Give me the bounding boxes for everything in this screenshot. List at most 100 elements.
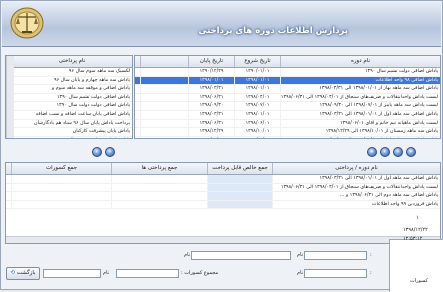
nav-last-button[interactable]: »	[406, 147, 416, 157]
payment-row[interactable]: پاداش اضافی پایان ساعت اضافه و نسب اضافه	[6, 110, 132, 120]
col-payments-total[interactable]: جمع پرداختی ها	[111, 163, 207, 174]
back-arrow-icon: ⟲	[10, 270, 16, 276]
title-banner: پردازش اطلاعات دوره های پرداختی	[2, 2, 441, 47]
col-net-payable[interactable]: جمع خالص قابل پرداخت	[207, 163, 272, 174]
payment-row[interactable]: پاداش پایان پیشرفت کارکنان	[6, 128, 132, 137]
period-start-cell: ۱۳۹۸/۰۷/۰۱	[234, 102, 280, 110]
payment-row[interactable]: لکسیک سه ماهه سوم سال ۹۶	[6, 68, 132, 77]
col-period-name[interactable]: نام دوره	[280, 56, 440, 67]
details-grid[interactable]: نام دوره / پرداختی جمع خالص قابل پرداخت …	[5, 162, 441, 244]
double-right-arrow-icon: »	[409, 148, 413, 155]
double-left-arrow-icon: «	[370, 148, 374, 155]
payment-row[interactable]: پاداش سه ماهه چهارم و پایان سال ۹۶	[6, 76, 132, 86]
details-hscrollbar[interactable]	[6, 236, 440, 243]
detail-row[interactable]: پاداش اضافی سه ماهه اول از ۱۳۹۸/۰۱/۰۱ ال…	[6, 175, 440, 184]
period-row[interactable]: پاداش اضافی سه ماهه بهار از ۱۳۹۸/۰۱/۰۱ ا…	[135, 85, 440, 94]
name-label: نام	[184, 252, 191, 258]
right-arrow-icon: ›	[108, 148, 112, 155]
second-label: نام	[297, 270, 304, 276]
payment-name-cell: پاداش اضافی دولت دولت سال ۱۳۹۰	[11, 102, 132, 110]
detail-deductions-cell[interactable]	[11, 200, 111, 209]
detail-row[interactable]: لیست پاداش واحدانتقالات و صریف‌های سنجاق…	[6, 183, 440, 193]
col-payment-name[interactable]: نام پرداختی	[11, 56, 132, 67]
third-field[interactable]	[43, 269, 101, 278]
col-extra	[140, 56, 188, 67]
period-name-cell: لیست پاداش واحدانتقالات و صریف‌های سنجاق…	[280, 93, 438, 102]
periods-body: پاداش اضافی دولت تشیم سال ۱۳۹۰ ۱۳۹۰/۰۱/۰۱…	[135, 68, 440, 138]
period-row[interactable]: پاداش سه ماهه زمستان از ۱۳۹۸/۱۰/۰۱ الی ۱…	[135, 128, 440, 137]
col-start-date[interactable]: تاریخ شروع	[234, 56, 280, 67]
right-arrow-icon: ›	[396, 148, 400, 155]
period-row[interactable]: پاداش اضافی دولت تشیم سال ۱۳۹۰ ۱۳۹۰/۰۱/۰۱…	[135, 68, 440, 77]
payment-name-cell: پاداش اضافی دولت تشیم سال ۱۳۹۰	[11, 136, 132, 138]
period-end-cell: ۱۳۹۸/۰۳/۳۱	[188, 85, 234, 93]
detail-net-cell[interactable]	[207, 183, 272, 192]
nav-next-button[interactable]: ›	[393, 147, 403, 157]
payments-list[interactable]: نام پرداختی لکسیک سه ماهه سوم سال ۹۶ پادا…	[5, 55, 133, 139]
period-end-cell: ۱۳۹۸/۰۳/۳۱	[188, 110, 234, 119]
second-colon: :	[370, 270, 372, 276]
name-field[interactable]	[191, 251, 291, 260]
second-field[interactable]	[304, 269, 367, 278]
back-button-label: بازگشت	[16, 270, 36, 276]
col-end-date[interactable]: تاریخ پایان	[188, 56, 234, 67]
detail-net-cell[interactable]	[207, 175, 272, 183]
period-end-cell: ۱۳۹۸/۰۱/۰۱	[188, 76, 234, 85]
period-name-cell: پاداش اضافی سه ماهه اول از ۱۳۹۸/۰۱/۰۱ ال…	[280, 110, 440, 119]
payment-row[interactable]: پاداش اضافی و موقفه سه ماهه سوم و	[6, 85, 132, 94]
period-row[interactable]: لیست پاداش سه ماهه پاییز از ۱۳۹۸/۰۷/۰۱ ا…	[135, 102, 440, 111]
payments-header: نام پرداختی	[6, 56, 132, 68]
period-row[interactable]: لیست پاداش ماهیانه تیم خانم و آقای ۱۳۹۸/…	[135, 119, 440, 129]
detail-row[interactable]: پاداش فروردین ۹۹ واحد اطلاعات	[6, 200, 440, 210]
payment-name-cell: پرداخت پاداش پایان سال ۹۶ ستاد هم یادگار…	[11, 119, 132, 128]
period-name-cell: پاداش اضافی ۹۸ واحد اطلاعات	[280, 76, 440, 85]
payment-name-cell: پاداش اضافی دولت تشیم سال ۱۳۹۰	[11, 93, 132, 102]
detail-name-cell: پاداش اضافی سه ماهه اول از ۱۳۹۸/۰۱/۰۱ ال…	[272, 175, 440, 183]
transfer-right-button[interactable]: ›	[105, 147, 115, 157]
period-start-cell: ۱۳۹۹/۰۱/۰۱	[234, 136, 280, 138]
nav-prev-button[interactable]: ‹	[380, 147, 390, 157]
details-body: پاداش اضافی سه ماهه اول از ۱۳۹۸/۰۱/۰۱ ال…	[6, 175, 440, 210]
detail-net-cell[interactable]	[207, 200, 272, 209]
detail-payments-cell[interactable]	[111, 183, 207, 192]
period-row[interactable]: لیست پاداش واحدانتقالات و صریف‌های سنجاق…	[135, 93, 440, 103]
window-title: پردازش اطلاعات دوره های پرداختی	[198, 26, 348, 36]
period-start-cell: ۱۳۹۸/۰۱/۰۱	[234, 110, 280, 119]
side-line-2: ۱۳۹۸/۱۲/۲۲	[403, 227, 428, 233]
payment-name-cell: پاداش پایان پیشرفت کارکنان	[11, 128, 132, 136]
payment-row[interactable]: پاداش اضافی دولت دولت سال ۱۳۹۰	[6, 102, 132, 111]
period-start-cell: ۱۳۹۰/۰۱/۰۱	[234, 68, 280, 76]
payment-row[interactable]: پاداش اضافی دولت تشیم سال ۱۳۹۰	[6, 136, 132, 138]
back-button[interactable]: بازگشت ⟲	[6, 267, 40, 280]
period-name-cell: لیست پاداش سه ماهه پاییز از ۱۳۹۸/۰۷/۰۱ ا…	[280, 102, 440, 110]
payment-row[interactable]: پاداش اضافی دولت تشیم سال ۱۳۹۰	[6, 93, 132, 103]
col-deductions-total[interactable]: جمع کسورات	[11, 163, 111, 174]
detail-deductions-cell[interactable]	[11, 192, 111, 200]
detail-deductions-cell[interactable]	[11, 175, 111, 183]
periods-header: نام دوره تاریخ شروع تاریخ پایان	[135, 56, 440, 68]
transfer-left-button[interactable]: ‹	[92, 147, 102, 157]
period-end-cell: ۱۳۹۸/۱۲/۲۹	[188, 128, 234, 136]
period-row[interactable]: پاداش اضافی ۹۸ واحد اطلاعات ۱۳۹۸/۰۱/۰۱ ۱۳۹…	[135, 76, 440, 86]
detail-net-cell[interactable]	[207, 192, 272, 200]
col-detail-name[interactable]: نام دوره / پرداختی	[272, 163, 440, 174]
detail-deductions-cell[interactable]	[11, 183, 111, 192]
period-row[interactable]: پاداش اضافی سه ماهه اول از ۱۳۹۸/۰۱/۰۱ ال…	[135, 110, 440, 120]
detail-payments-cell[interactable]	[111, 175, 207, 183]
periods-table[interactable]: نام دوره تاریخ شروع تاریخ پایان پاداش اض…	[134, 55, 441, 139]
payment-name-cell: پاداش اضافی پایان ساعت اضافه و نسب اضافه	[11, 110, 132, 119]
period-end-cell: ۱۳۹۸/۰۶/۳۱	[188, 119, 234, 128]
period-start-cell: ۱۳۹۸/۰۶/۰۱	[234, 119, 280, 128]
nav-first-button[interactable]: «	[367, 147, 377, 157]
payee-field[interactable]	[304, 251, 367, 260]
detail-row[interactable]: پاداش اضافی سه ماهه دوم الی ۱۳۹۸/۰۶/۳۱ و…	[6, 192, 440, 201]
period-start-cell: ۱۳۹۸/۰۴/۰۱	[234, 93, 280, 102]
period-extra-cell	[140, 119, 188, 128]
deductions-total-field[interactable]	[116, 269, 179, 278]
period-row[interactable]: پاداش اضافی سه ماهه اول از ۱۳۹۹/۰۱/۰۱ ال…	[135, 136, 440, 138]
detail-payments-cell[interactable]	[111, 200, 207, 209]
payment-row[interactable]: پرداخت پاداش پایان سال ۹۶ ستاد هم یادگار…	[6, 119, 132, 129]
payments-scrollbar[interactable]	[6, 56, 14, 138]
detail-payments-cell[interactable]	[111, 192, 207, 200]
period-extra-cell	[140, 76, 188, 85]
